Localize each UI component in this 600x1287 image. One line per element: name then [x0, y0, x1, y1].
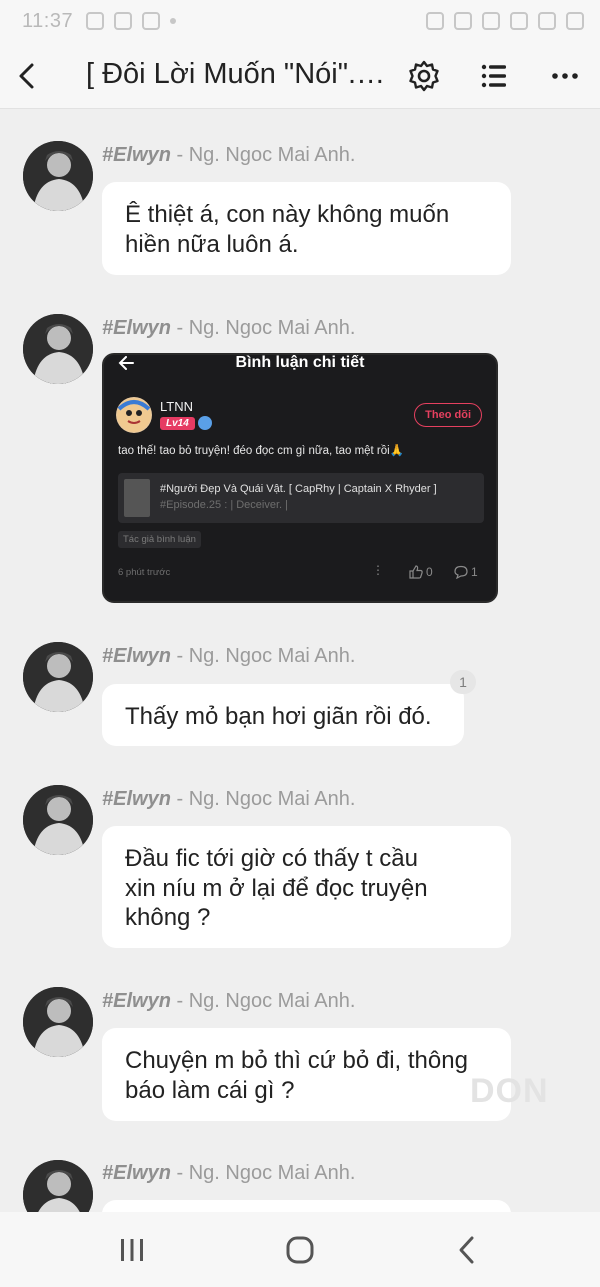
author-name: - Ng. Ngoc Mai Anh.: [170, 788, 356, 810]
system-icons: [426, 12, 584, 30]
reply-count-value: 1: [471, 565, 478, 579]
chevron-left-icon: [19, 63, 34, 89]
app-header: [ Đôi Lời Muốn "Nói". ] ...: [0, 46, 600, 109]
comment-author: #Elwyn - Ng. Ngoc Mai Anh.: [102, 144, 355, 167]
alarm-icon: [454, 12, 472, 30]
settings-button[interactable]: [404, 56, 444, 96]
author-name: - Ng. Ngoc Mai Anh.: [170, 317, 356, 339]
author-name: - Ng. Ngoc Mai Anh.: [170, 1162, 356, 1184]
like-count-value: 0: [426, 565, 433, 579]
author-tag: #Elwyn: [102, 1162, 171, 1184]
system-back-button[interactable]: [448, 1230, 488, 1270]
avatar[interactable]: [23, 642, 93, 712]
status-bar: 11:37: [0, 0, 600, 46]
comment-text-line: Thấy mỏ bạn hơi giãn rồi đó.: [125, 703, 432, 730]
author-comment-tag: Tác giả bình luận: [118, 531, 201, 548]
story-card: #Người Đẹp Và Quái Vật. [ CapRhy | Capta…: [118, 473, 484, 523]
author-name: - Ng. Ngoc Mai Anh.: [170, 144, 356, 166]
comment-text-line: xin níu m ở lại để đọc truyện: [125, 874, 428, 902]
comment-text-line: Ê thiệt á, con này không muốn: [125, 201, 450, 228]
battery-icon: [566, 12, 584, 30]
avatar-image: [23, 642, 93, 712]
author-tag: #Elwyn: [102, 144, 171, 166]
level-badge: Lv14: [160, 417, 195, 430]
avatar-image: [23, 987, 93, 1057]
home-button[interactable]: [280, 1230, 320, 1270]
recent-apps-button[interactable]: [112, 1230, 152, 1270]
mute-icon: [482, 12, 500, 30]
chevron-left-icon: [459, 1236, 474, 1264]
comment-author: #Elwyn - Ng. Ngoc Mai Anh.: [102, 788, 355, 811]
comment-author: #Elwyn - Ng. Ngoc Mai Anh.: [102, 317, 355, 340]
more-options-button[interactable]: [545, 56, 585, 96]
mail-icon: [142, 12, 160, 30]
more-notifications-icon: [170, 18, 176, 24]
author-tag: #Elwyn: [102, 317, 171, 339]
status-time: 11:37: [22, 10, 74, 32]
avatar[interactable]: [23, 785, 93, 855]
image-title: Bình luận chi tiết: [235, 354, 365, 371]
thumbs-up-icon: [409, 565, 423, 579]
user-avatar: [116, 397, 152, 433]
comment-bubble[interactable]: Chuyện m bỏ thì cứ bỏ đi, thông báo làm …: [102, 1028, 511, 1121]
chapter-list-button[interactable]: [474, 56, 514, 96]
avatar[interactable]: [23, 987, 93, 1057]
more-vertical-icon: ⋮: [372, 563, 384, 577]
recent-apps-icon: [121, 1239, 143, 1261]
avatar-image: [23, 785, 93, 855]
comment-author: #Elwyn - Ng. Ngoc Mai Anh.: [102, 645, 355, 668]
comment-text-line: Đầu fic tới giờ có thấy t cầu: [125, 845, 418, 872]
gear-icon: [409, 60, 439, 92]
story-episode: #Episode.25 : | Deceiver. |: [160, 499, 289, 511]
comment-author: #Elwyn - Ng. Ngoc Mai Anh.: [102, 1162, 355, 1185]
comment-time: 6 phút trước: [118, 567, 171, 578]
comment-text-line: hiền nữa luôn á.: [125, 230, 299, 258]
like-count: 0: [409, 565, 433, 579]
page-title: [ Đôi Lời Muốn "Nói". ] ...: [86, 58, 391, 90]
comment-icon: [454, 565, 468, 579]
signal-icon: [538, 12, 556, 30]
avatar[interactable]: [23, 314, 93, 384]
list-icon: [481, 64, 506, 88]
author-name: - Ng. Ngoc Mai Anh.: [170, 645, 356, 667]
home-icon: [286, 1236, 314, 1264]
instagram-icon: [86, 12, 104, 30]
story-thumbnail: [124, 479, 150, 517]
follow-button: Theo dõi: [414, 403, 482, 427]
more-horizontal-icon: [552, 73, 578, 79]
reply-count: 1: [454, 565, 478, 579]
image-username: LTNN: [160, 399, 193, 414]
author-name: - Ng. Ngoc Mai Anh.: [170, 990, 356, 1012]
comment-author: #Elwyn - Ng. Ngoc Mai Anh.: [102, 990, 355, 1013]
comment-text-line: báo làm cái gì ?: [125, 1076, 295, 1104]
comment-bubble[interactable]: Ê thiệt á, con này không muốn hiền nữa l…: [102, 182, 511, 275]
comment-bubble[interactable]: Đầu fic tới giờ có thấy t cầu xin níu m …: [102, 826, 511, 948]
avatar[interactable]: [23, 141, 93, 211]
app-notification-icon: [114, 12, 132, 30]
author-tag: #Elwyn: [102, 990, 171, 1012]
author-tag: #Elwyn: [102, 788, 171, 810]
comment-text-line: Chuyện m bỏ thì cứ bỏ đi, thông: [125, 1047, 468, 1074]
comment-bubble[interactable]: Thấy mỏ bạn hơi giãn rồi đó.: [102, 684, 464, 746]
avatar-image: [23, 314, 93, 384]
image-comment-text: tao thế! tao bỏ truyện! đéo đọc cm gì nữ…: [118, 445, 405, 457]
reaction-count-badge[interactable]: 1: [450, 670, 476, 694]
notification-icons: [86, 12, 176, 30]
author-tag: #Elwyn: [102, 645, 171, 667]
verified-icon: [198, 416, 212, 430]
watermark: DON: [470, 1072, 549, 1110]
comment-image[interactable]: Bình luận chi tiết LTNN Lv14 Theo dõi ta…: [102, 353, 498, 603]
system-navigation-bar: [0, 1212, 600, 1287]
battery-saver-icon: [426, 12, 444, 30]
comment-text-line: không ?: [125, 904, 211, 931]
wifi-icon: [510, 12, 528, 30]
story-title: #Người Đẹp Và Quái Vật. [ CapRhy | Capta…: [160, 483, 437, 495]
back-button[interactable]: [10, 56, 50, 96]
avatar-image: [23, 141, 93, 211]
